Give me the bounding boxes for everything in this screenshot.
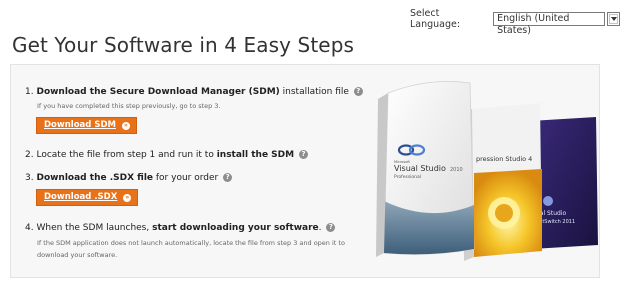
step-4-text: When the SDM launches, <box>36 223 153 233</box>
step-1-text: installation file <box>279 87 349 97</box>
language-value[interactable]: English (United States) <box>493 12 606 36</box>
arrow-right-icon: » <box>121 121 130 130</box>
step-4-text-end: . <box>318 223 322 233</box>
help-icon[interactable]: ? <box>326 223 336 232</box>
language-label: Select Language: <box>410 8 461 30</box>
box1-version: 2010 <box>450 167 463 173</box>
step-3-bold-text: Download the .SDX file <box>36 173 154 183</box>
step-number: 3. <box>25 173 34 183</box>
language-selector: Select Language: English (United States) <box>410 8 620 36</box>
step-1: 1. Download the Secure Download Manager … <box>25 87 363 97</box>
help-icon[interactable]: ? <box>298 150 308 159</box>
step-3-text: for your order <box>153 173 219 183</box>
step-4-bold-text: start downloading your software <box>152 223 319 233</box>
download-sdm-label: Download SDM <box>44 120 116 130</box>
visual-studio-box: Microsoft Visual Studio 2010 Professiona… <box>376 80 475 257</box>
help-icon[interactable]: ? <box>353 87 363 96</box>
download-sdx-button[interactable]: Download .SDX » <box>36 189 139 206</box>
box1-name: Visual Studio <box>394 164 446 173</box>
step-2-text: Locate the file from step 1 and run it t… <box>36 150 217 160</box>
step-4-note-line2: download your software. <box>37 251 118 259</box>
chevron-down-icon[interactable] <box>607 12 620 26</box>
step-3: 3. Download the .SDX file for your order… <box>25 173 233 183</box>
step-4-note-line1: If the SDM application does not launch a… <box>37 239 345 247</box>
step-number: 4. <box>25 223 34 233</box>
download-sdx-label: Download .SDX <box>44 192 118 202</box>
step-number: 1. <box>25 87 34 97</box>
page-title: Get Your Software in 4 Easy Steps <box>12 33 355 57</box>
box1-edition: Professional <box>394 174 421 180</box>
box2-name: pression Studio 4 <box>476 155 532 163</box>
step-1-bold-text: Download the Secure Download Manager (SD… <box>36 87 280 97</box>
step-2: 2. Locate the file from step 1 and run i… <box>25 150 308 160</box>
arrow-right-icon: » <box>123 193 132 202</box>
step-2-bold-text: install the SDM <box>216 150 295 160</box>
help-icon[interactable]: ? <box>223 173 233 182</box>
step-1-note: If you have completed this step previous… <box>37 102 221 110</box>
step-4: 4. When the SDM launches, start download… <box>25 223 336 233</box>
step-number: 2. <box>25 150 34 160</box>
product-boxes-image: ual Studio ghtSwitch 2011 pression Studi… <box>376 80 598 261</box>
language-dropdown[interactable]: English (United States) <box>493 12 620 36</box>
download-sdm-button[interactable]: Download SDM » <box>36 117 137 134</box>
